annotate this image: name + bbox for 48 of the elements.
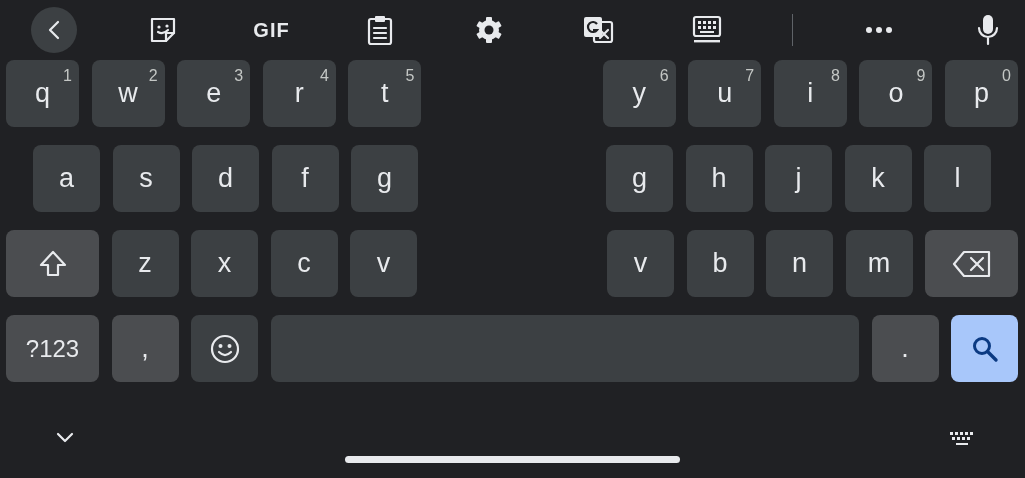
shift-icon [37, 248, 68, 279]
search-key[interactable] [951, 315, 1018, 382]
letter-key[interactable]: q 1 [6, 60, 79, 127]
shift-key[interactable] [6, 230, 99, 297]
punctuation-key[interactable]: , [111, 315, 179, 382]
letter-key[interactable]: g [351, 145, 418, 212]
letter-key[interactable]: m [845, 230, 913, 297]
letter-key[interactable]: l [924, 145, 991, 212]
letter-key[interactable]: s [112, 145, 180, 212]
hide-keyboard-button[interactable] [56, 432, 74, 444]
letter-key[interactable]: t 5 [348, 60, 422, 127]
emoji-key[interactable] [191, 315, 258, 382]
translate-icon [581, 14, 614, 46]
backspace-icon [951, 249, 992, 278]
letter-key[interactable]: b [686, 230, 754, 297]
symbols-key[interactable]: ?123 [6, 315, 99, 382]
chevron-left-icon [47, 20, 61, 40]
letter-key[interactable]: y 6 [602, 60, 676, 127]
letter-key[interactable]: x [191, 230, 258, 297]
letter-key[interactable]: w 2 [91, 60, 165, 127]
search-icon [970, 334, 999, 363]
gif-button[interactable]: GIF [248, 7, 295, 53]
back-button[interactable] [31, 7, 77, 53]
emoji-icon [208, 332, 241, 365]
letter-key[interactable]: d [192, 145, 259, 212]
letter-key[interactable]: o 9 [859, 60, 933, 127]
letter-key[interactable]: h [685, 145, 753, 212]
letter-key[interactable]: v [607, 230, 674, 297]
microphone-icon [976, 14, 999, 46]
letter-key[interactable]: z [111, 230, 179, 297]
more-icon [865, 26, 894, 34]
letter-key[interactable]: g [606, 145, 673, 212]
letter-key[interactable]: e 3 [177, 60, 251, 127]
clipboard-icon [366, 14, 395, 46]
letter-key[interactable]: j [765, 145, 832, 212]
letter-key[interactable]: p 0 [945, 60, 1018, 127]
letter-key[interactable]: r 4 [262, 60, 336, 127]
chevron-down-icon [56, 432, 74, 444]
punctuation-key[interactable]: . [871, 315, 939, 382]
letter-key[interactable]: u 7 [688, 60, 762, 127]
letter-key[interactable]: a [33, 145, 100, 212]
letter-key[interactable]: c [270, 230, 338, 297]
letter-key[interactable]: i 8 [773, 60, 847, 127]
letter-key[interactable]: k [844, 145, 912, 212]
letter-key[interactable]: f [271, 145, 339, 212]
letter-key[interactable]: v [350, 230, 417, 297]
backspace-key[interactable] [925, 230, 1018, 297]
letter-key[interactable]: n [766, 230, 833, 297]
